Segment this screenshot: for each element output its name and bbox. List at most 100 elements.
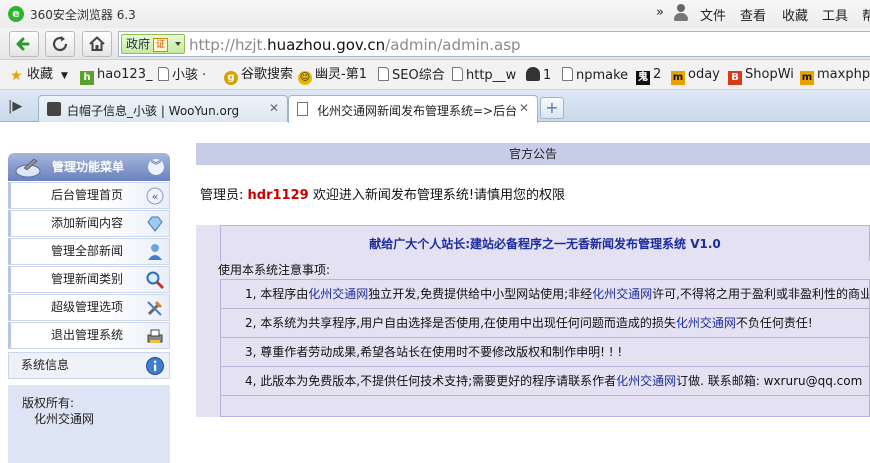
home-icon: [89, 36, 105, 51]
svg-text:«: «: [152, 190, 159, 203]
menu-tools[interactable]: 工具: [822, 5, 848, 24]
navigation-bar: 政府证 http://hzjt.huazhou.gov.cn/admin/adm…: [0, 28, 870, 60]
fav-label: 1: [543, 68, 552, 83]
row-text: 3, 尊重作者劳动成果,希望各站长在使用时不要修改版权和制作申明! ! !: [245, 345, 623, 359]
m-icon: m: [800, 71, 814, 85]
printer-icon: [145, 326, 165, 346]
account-icon[interactable]: [674, 4, 688, 22]
admin-menu-icon: [15, 158, 41, 178]
fav-xiaohai[interactable]: 小骇 ·: [158, 67, 206, 83]
person-icon: [526, 67, 540, 81]
admin-sidebar: 管理功能菜单 ︾ 后台管理首页 « 添加新闻内容 管理全部新闻 管理新闻类别 超…: [8, 153, 170, 463]
notice-title: 献给广大个人站长:建站必备程序之一无香新闻发布管理系统 V1.0: [220, 225, 870, 261]
row-text: 不负任何责任!: [735, 316, 813, 330]
sidebar-toggle-icon[interactable]: |▶: [8, 99, 22, 114]
url-prefix: http://hzjt.: [189, 36, 268, 54]
fav-label: http__w: [466, 68, 517, 83]
government-cert-badge[interactable]: 政府证: [121, 34, 185, 54]
sidebar-item-label: 后台管理首页: [51, 188, 124, 202]
fav-label: npmake: [576, 68, 629, 83]
notice-box: 献给广大个人站长:建站必备程序之一无香新闻发布管理系统 V1.0 使用本系统注意…: [196, 225, 870, 417]
close-icon[interactable]: ✕: [515, 101, 529, 115]
tools-icon: [145, 298, 165, 318]
tab-wooyun[interactable]: 白帽子信息_小骇 | WooYun.org ✕: [38, 95, 288, 122]
sidebar-item-add-news[interactable]: 添加新闻内容: [8, 210, 170, 237]
admin-username: hdr1129: [247, 188, 309, 203]
fav-person[interactable]: 1: [526, 67, 551, 83]
back-arrow-icon: [16, 37, 30, 51]
fav-label: 小骇 ·: [172, 68, 207, 83]
fav-label: 谷歌搜索: [241, 67, 294, 82]
fav-ghost[interactable]: ☺ 幽灵-第1: [298, 67, 367, 85]
fav-npmake[interactable]: npmake: [562, 67, 628, 83]
refresh-button[interactable]: [45, 31, 75, 57]
system-info-label: 系统信息: [21, 358, 70, 372]
url-text[interactable]: http://hzjt.huazhou.gov.cn/admin/admin.a…: [189, 36, 521, 54]
site-link[interactable]: 化州交通网: [308, 287, 368, 301]
fav-seo[interactable]: SEO综合: [378, 67, 445, 83]
wooyun-icon: [47, 102, 61, 116]
fav-google[interactable]: g 谷歌搜索: [224, 67, 294, 85]
url-path: /admin/admin.asp: [385, 36, 521, 54]
home-button[interactable]: [82, 31, 112, 57]
sidebar-item-label: 管理全部新闻: [51, 244, 124, 258]
fav-label: 2: [653, 67, 662, 82]
fav-game[interactable]: 鬼2: [636, 67, 662, 85]
chevron-down-icon: [175, 42, 181, 46]
menu-overflow-button[interactable]: »: [656, 5, 664, 20]
row-text: 许可,不得将之用于盈利或非盈利性的商业: [652, 287, 870, 301]
fav-shopwi[interactable]: B ShopWi: [728, 67, 794, 85]
fav-hao123[interactable]: h hao123_: [80, 67, 152, 85]
browser-logo-icon: e: [8, 6, 24, 22]
page-content: 管理功能菜单 ︾ 后台管理首页 « 添加新闻内容 管理全部新闻 管理新闻类别 超…: [0, 123, 870, 463]
sidebar-item-logout[interactable]: 退出管理系统: [8, 322, 170, 349]
notice-table: 献给广大个人站长:建站必备程序之一无香新闻发布管理系统 V1.0 使用本系统注意…: [218, 225, 870, 417]
ghost-icon: ☺: [298, 71, 312, 85]
collapse-icon: «: [145, 186, 165, 206]
sidebar-item-manage-news[interactable]: 管理全部新闻: [8, 238, 170, 265]
site-link[interactable]: 化州交通网: [592, 287, 652, 301]
system-info[interactable]: 系统信息: [8, 352, 170, 379]
tab-bar: |▶ 白帽子信息_小骇 | WooYun.org ✕ 化州交通网新闻发布管理系统…: [0, 90, 870, 123]
menu-favorites[interactable]: 收藏: [782, 5, 808, 24]
fav-label: SEO综合: [392, 68, 445, 83]
menu-help[interactable]: 帮: [862, 5, 870, 24]
fav-oday[interactable]: m oday: [671, 67, 720, 85]
new-tab-button[interactable]: +: [540, 97, 564, 119]
notice-row: 4, 此版本为免费版本,不提供任何技术支持;需要更好的程序请联系作者化州交通网订…: [220, 366, 870, 395]
menu-view[interactable]: 查看: [740, 5, 766, 24]
menu-file[interactable]: 文件: [700, 5, 726, 24]
back-button[interactable]: [9, 31, 39, 57]
sidebar-item-home[interactable]: 后台管理首页 «: [8, 182, 170, 209]
fav-maxphp[interactable]: m maxphp: [800, 67, 870, 85]
search-icon: [145, 270, 165, 290]
row-text: 独立开发,免费提供给中小型网站使用;非经: [368, 287, 593, 301]
game-icon: 鬼: [636, 71, 650, 85]
fav-http[interactable]: http__w: [452, 67, 516, 83]
site-link[interactable]: 化州交通网: [616, 374, 676, 388]
welcome-message: 管理员: hdr1129 欢迎进入新闻发布管理系统!请慎用您的权限: [196, 184, 870, 203]
site-link[interactable]: 化州交通网: [676, 316, 736, 330]
sidebar-item-categories[interactable]: 管理新闻类别: [8, 266, 170, 293]
cert-label: 政府: [126, 37, 151, 51]
sidebar-item-super-admin[interactable]: 超级管理选项: [8, 294, 170, 321]
sidebar-title: 管理功能菜单: [52, 160, 125, 174]
address-bar[interactable]: 政府证 http://hzjt.huazhou.gov.cn/admin/adm…: [118, 31, 870, 57]
tab-label: 白帽子信息_小骇 | WooYun.org: [67, 104, 240, 118]
page-icon: [158, 67, 169, 81]
fav-label: 幽灵-第1: [315, 67, 367, 82]
favorites-menu[interactable]: ★ 收藏 ▼: [10, 67, 68, 84]
notice-row-empty: [220, 395, 870, 417]
page-icon: [297, 102, 308, 116]
row-text: 1, 本程序由: [245, 287, 309, 301]
refresh-icon: [52, 36, 68, 52]
tab-admin[interactable]: 化州交通网新闻发布管理系统=>后台 ✕: [288, 95, 538, 123]
m-icon: m: [671, 71, 685, 85]
fav-label: oday: [688, 67, 720, 82]
chevron-double-down-icon[interactable]: ︾: [148, 159, 164, 175]
info-icon: [145, 356, 165, 376]
fav-label: 收藏: [27, 67, 54, 82]
b-icon: B: [728, 71, 742, 85]
page-icon: [562, 67, 573, 81]
close-icon[interactable]: ✕: [269, 101, 279, 115]
